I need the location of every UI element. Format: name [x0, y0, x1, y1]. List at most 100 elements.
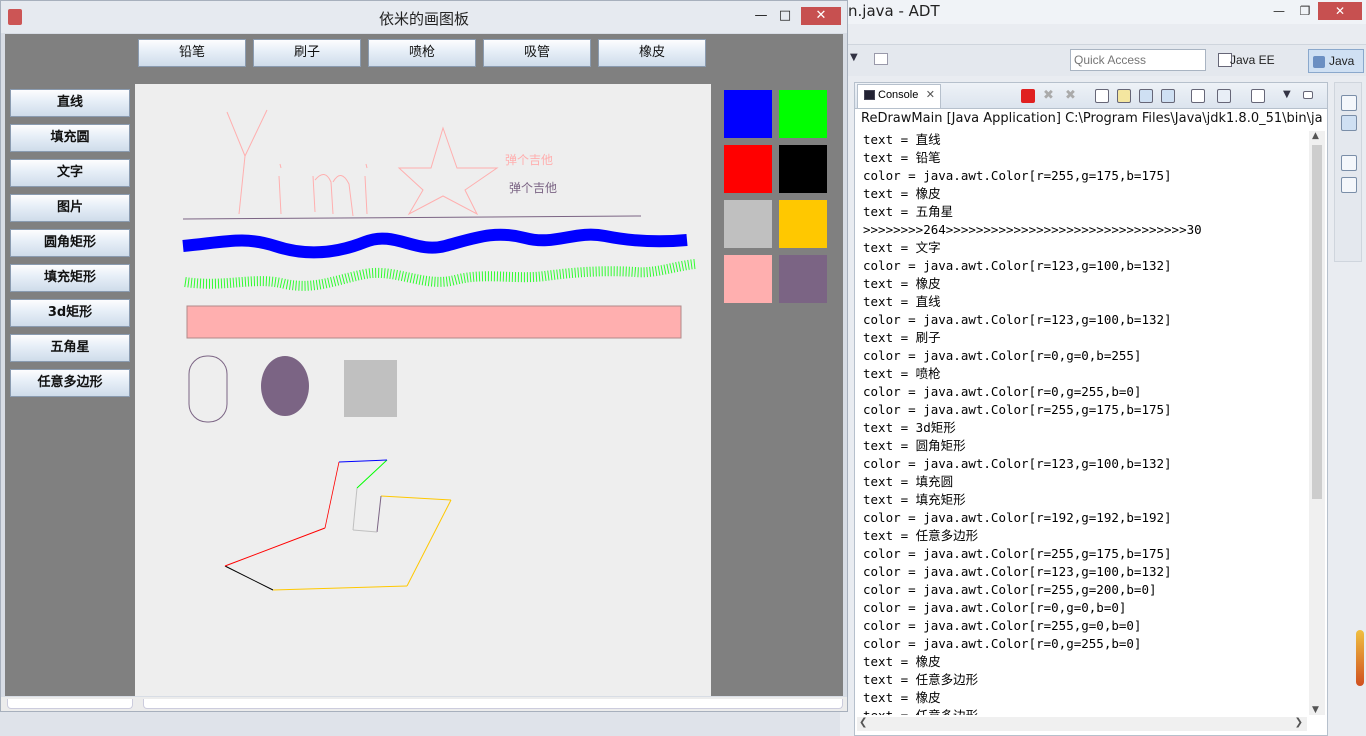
- filled-rect-gray: [344, 360, 397, 417]
- console-line: color = java.awt.Color[r=0,g=0,b=0]: [863, 600, 1127, 615]
- scroll-right-icon[interactable]: ❯: [1295, 717, 1303, 728]
- console-line: text = 任意多边形: [863, 672, 979, 687]
- text-tool-button[interactable]: 文字: [10, 159, 130, 187]
- console-vertical-scrollbar[interactable]: ▲ ▼: [1309, 131, 1325, 715]
- console-line: text = 3d矩形: [863, 420, 956, 435]
- console-line: text = 圆角矩形: [863, 438, 966, 453]
- close-icon[interactable]: ✕: [801, 7, 841, 25]
- star-tool-button[interactable]: 五角星: [10, 334, 130, 362]
- remove-all-icon[interactable]: ✖: [1065, 89, 1079, 103]
- console-line: text = 直线: [863, 294, 941, 309]
- new-file-icon[interactable]: [874, 53, 888, 65]
- console-line: text = 任意多边形: [863, 528, 979, 543]
- drawing-canvas[interactable]: 弹个吉他 弹个吉他: [135, 84, 711, 696]
- pencil-tool-button[interactable]: 铅笔: [138, 39, 246, 67]
- bottom-panel-left: [7, 699, 133, 709]
- polygon-tool-button[interactable]: 任意多边形: [10, 369, 130, 397]
- color-swatch-lightgray[interactable]: [724, 200, 772, 248]
- show-on-stdout-icon[interactable]: [1139, 89, 1153, 103]
- console-view: Console ✕ ✖ ✖ ▼ ReDrawMain [Java Applica…: [854, 82, 1328, 736]
- console-line: color = java.awt.Color[r=255,g=175,b=175…: [863, 546, 1172, 561]
- open-console-icon[interactable]: [1251, 89, 1265, 103]
- view-menu-icon[interactable]: ▼: [1283, 89, 1297, 103]
- color-swatch-green[interactable]: [779, 90, 827, 138]
- color-swatch-orange[interactable]: [779, 200, 827, 248]
- 3d-rect-tool-button[interactable]: 3d矩形: [10, 299, 130, 327]
- console-line: text = 填充圆: [863, 474, 954, 489]
- round-rect-tool-button[interactable]: 圆角矩形: [10, 229, 130, 257]
- color-swatch-black[interactable]: [779, 145, 827, 193]
- perspective-java[interactable]: Java: [1308, 49, 1364, 73]
- straight-line: [182, 215, 642, 220]
- console-line: color = java.awt.Color[r=192,g=192,b=192…: [863, 510, 1172, 525]
- minimize-icon[interactable]: —: [749, 7, 773, 25]
- console-line: text = 五角星: [863, 204, 954, 219]
- adt-main-toolbar: ▼ Java EE Java: [848, 44, 1366, 76]
- paint-content: 铅笔 刷子 喷枪 吸管 橡皮 直线 填充圆 文字 图片 圆角矩形 填充矩形 3d…: [5, 34, 843, 696]
- minimize-view-icon[interactable]: [1303, 91, 1313, 99]
- brush-tool-button[interactable]: 刷子: [253, 39, 361, 67]
- line-tool-button[interactable]: 直线: [10, 89, 130, 117]
- image-tool-button[interactable]: 图片: [10, 194, 130, 222]
- console-tab-label: Console: [878, 89, 919, 101]
- eyedropper-tool-button[interactable]: 吸管: [483, 39, 591, 67]
- dropdown-arrow-icon[interactable]: ▼: [850, 52, 858, 63]
- console-icon: [864, 90, 875, 101]
- console-line: color = java.awt.Color[r=0,g=255,b=0]: [863, 384, 1142, 399]
- eraser-tool-button[interactable]: 橡皮: [598, 39, 706, 67]
- outline-icon[interactable]: [1341, 115, 1357, 131]
- heap-status-icon: [1356, 630, 1364, 686]
- free-polygon: [224, 459, 452, 591]
- console-line: text = 橡皮: [863, 654, 941, 669]
- console-line: color = java.awt.Color[r=123,g=100,b=132…: [863, 312, 1172, 327]
- show-on-stderr-icon[interactable]: [1161, 89, 1175, 103]
- console-line: text = 填充矩形: [863, 492, 966, 507]
- canvas-drawing: 弹个吉他 弹个吉他: [182, 109, 696, 591]
- remove-launch-icon[interactable]: ✖: [1043, 89, 1057, 103]
- scrollbar-thumb[interactable]: [1312, 145, 1322, 499]
- filled-rect-pink: [186, 305, 682, 339]
- spray-tool-button[interactable]: 喷枪: [368, 39, 476, 67]
- adt-window-title: n.java - ADT: [848, 2, 940, 20]
- paint-app-window: 依米的画图板 — □ ✕ 铅笔 刷子 喷枪 吸管 橡皮 直线 填充圆 文字 图片…: [0, 0, 848, 712]
- canvas-text-pink: 弹个吉他: [505, 153, 553, 167]
- minimize-icon[interactable]: —: [1266, 2, 1292, 20]
- console-tabbar: Console ✕ ✖ ✖ ▼: [855, 83, 1327, 109]
- color-swatch-red[interactable]: [724, 145, 772, 193]
- scroll-lock-icon[interactable]: [1117, 89, 1131, 103]
- console-line: >>>>>>>>264>>>>>>>>>>>>>>>>>>>>>>>>>>>>>…: [863, 222, 1202, 237]
- pencil-scribble: [226, 109, 368, 217]
- color-swatch-purple[interactable]: [779, 255, 827, 303]
- paint-titlebar: 依米的画图板 — □ ✕: [1, 1, 847, 33]
- task-list-icon[interactable]: [1341, 177, 1357, 193]
- console-line: color = java.awt.Color[r=255,g=200,b=0]: [863, 582, 1157, 597]
- scroll-up-icon[interactable]: ▲: [1312, 131, 1319, 141]
- close-icon[interactable]: ✕: [1318, 2, 1362, 20]
- paint-window-title: 依米的画图板: [378, 10, 469, 28]
- restore-view-icon[interactable]: [1341, 95, 1357, 111]
- close-tab-icon[interactable]: ✕: [926, 88, 935, 101]
- scroll-left-icon[interactable]: ❮: [859, 717, 867, 728]
- console-line: text = 任意多边形: [863, 707, 1303, 715]
- pin-console-icon[interactable]: [1191, 89, 1205, 103]
- color-swatch-pink[interactable]: [724, 255, 772, 303]
- scroll-down-icon[interactable]: ▼: [1312, 705, 1319, 715]
- terminate-icon[interactable]: [1021, 89, 1035, 103]
- display-console-icon[interactable]: [1217, 89, 1231, 103]
- restore-view-icon-2[interactable]: [1341, 155, 1357, 171]
- filled-oval-tool-button[interactable]: 填充圆: [10, 124, 130, 152]
- color-swatch-blue[interactable]: [724, 90, 772, 138]
- restore-icon[interactable]: ❐: [1292, 2, 1318, 20]
- console-output[interactable]: text = 直线 text = 铅笔 color = java.awt.Color…: [863, 131, 1303, 715]
- filled-rect-tool-button[interactable]: 填充矩形: [10, 264, 130, 292]
- tab-console[interactable]: Console ✕: [857, 84, 941, 108]
- bottom-panel-right: [143, 699, 843, 709]
- console-line: color = java.awt.Color[r=0,g=255,b=0]: [863, 636, 1142, 651]
- perspective-java-ee[interactable]: Java EE: [1226, 49, 1279, 73]
- maximize-icon[interactable]: □: [773, 7, 797, 25]
- console-horizontal-scrollbar[interactable]: ❮ ❯: [857, 717, 1307, 731]
- console-line: color = java.awt.Color[r=255,g=0,b=0]: [863, 618, 1142, 633]
- quick-access-input[interactable]: [1070, 49, 1206, 71]
- clear-console-icon[interactable]: [1095, 89, 1109, 103]
- console-line: text = 铅笔: [863, 150, 941, 165]
